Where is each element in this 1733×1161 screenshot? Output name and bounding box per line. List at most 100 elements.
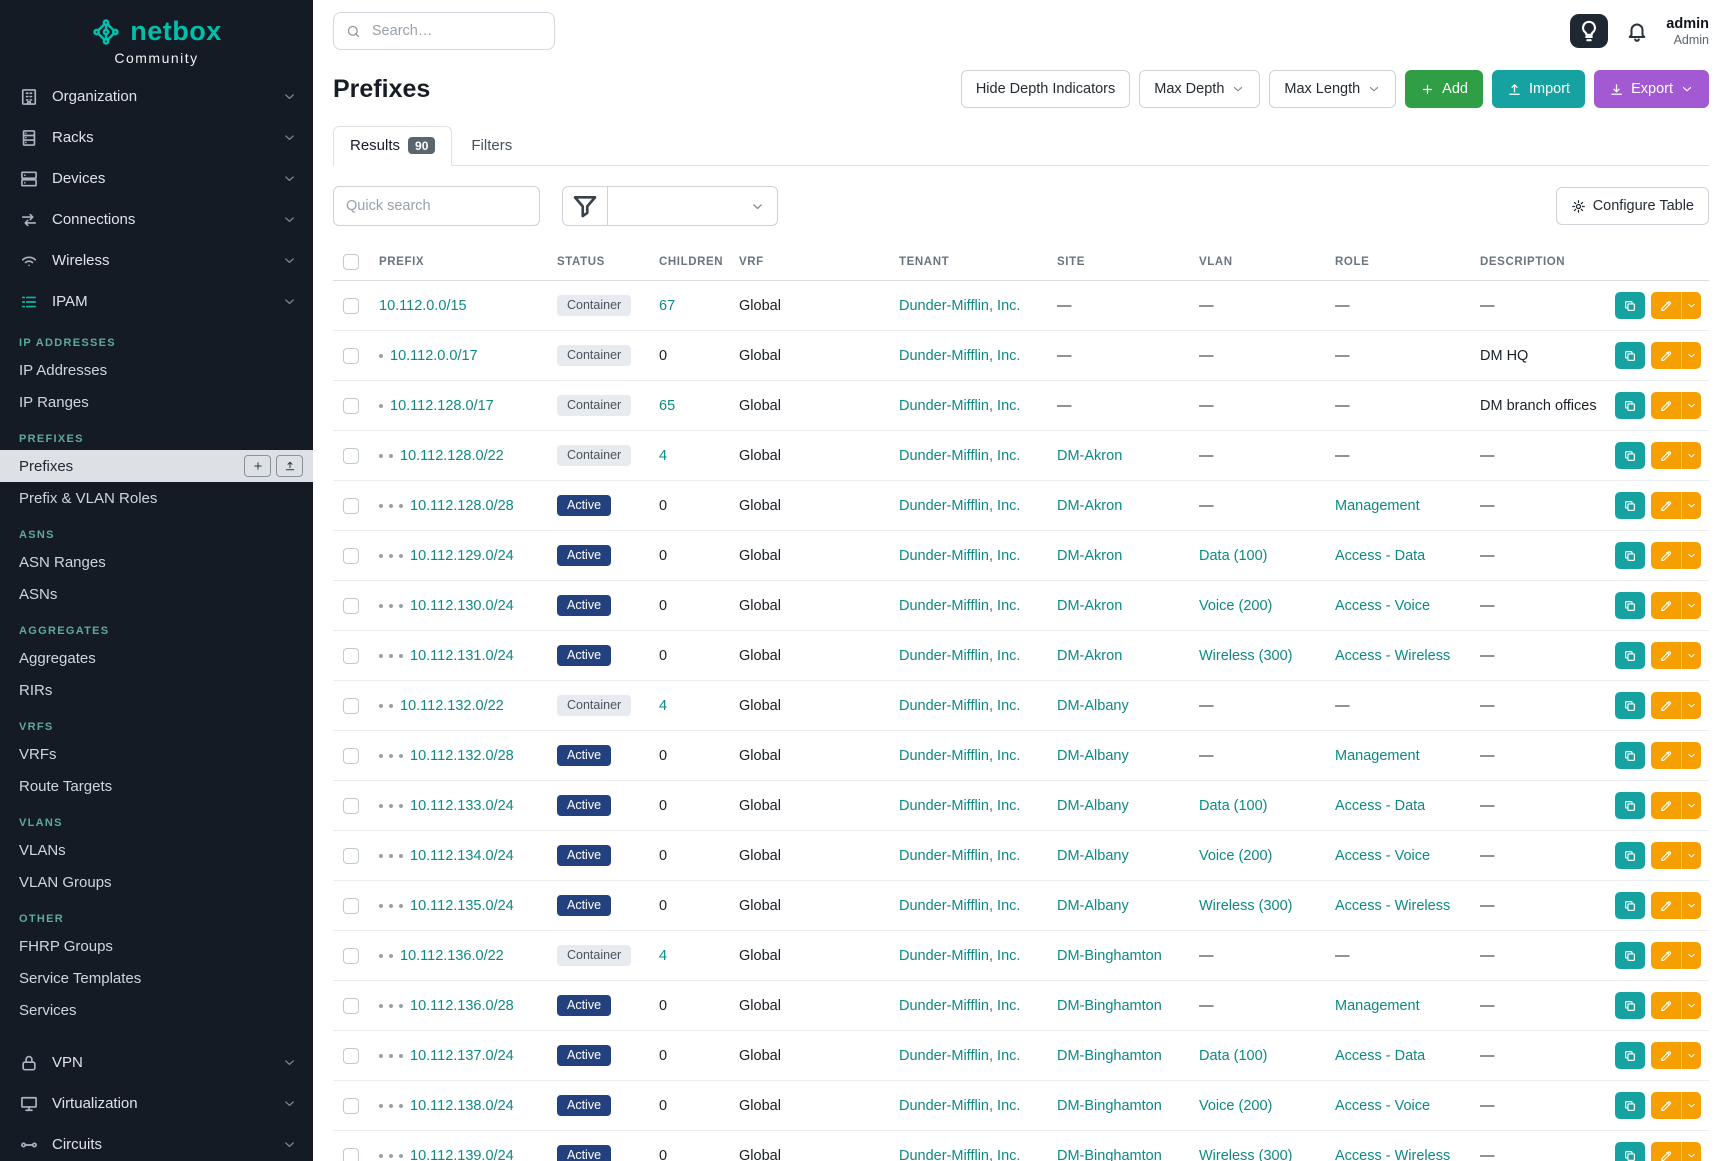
site-link[interactable]: DM-Akron [1057, 498, 1122, 514]
column-header-role[interactable]: ROLE [1325, 246, 1470, 281]
tenant-link[interactable]: Dunder-Mifflin, Inc. [899, 1048, 1020, 1064]
tenant-link[interactable]: Dunder-Mifflin, Inc. [899, 948, 1020, 964]
clone-button[interactable] [1615, 492, 1645, 519]
column-header-site[interactable]: SITE [1047, 246, 1189, 281]
role-link[interactable]: Management [1335, 498, 1420, 514]
site-link[interactable]: DM-Akron [1057, 448, 1122, 464]
site-link[interactable]: DM-Akron [1057, 648, 1122, 664]
edit-button[interactable] [1651, 1142, 1681, 1161]
edit-dropdown-button[interactable] [1681, 342, 1701, 369]
clone-button[interactable] [1615, 592, 1645, 619]
clone-button[interactable] [1615, 942, 1645, 969]
edit-button[interactable] [1651, 542, 1681, 569]
tenant-link[interactable]: Dunder-Mifflin, Inc. [899, 998, 1020, 1014]
row-checkbox[interactable] [343, 998, 359, 1014]
vlan-link[interactable]: Wireless (300) [1199, 898, 1292, 914]
tenant-link[interactable]: Dunder-Mifflin, Inc. [899, 1098, 1020, 1114]
edit-dropdown-button[interactable] [1681, 592, 1701, 619]
row-checkbox[interactable] [343, 948, 359, 964]
tenant-link[interactable]: Dunder-Mifflin, Inc. [899, 1148, 1020, 1161]
clone-button[interactable] [1615, 642, 1645, 669]
vlan-link[interactable]: Voice (200) [1199, 848, 1272, 864]
role-link[interactable]: Access - Wireless [1335, 898, 1450, 914]
sidebar-item-racks[interactable]: Racks [0, 117, 313, 158]
column-header-vlan[interactable]: VLAN [1189, 246, 1325, 281]
row-checkbox[interactable] [343, 1098, 359, 1114]
row-checkbox[interactable] [343, 348, 359, 364]
theme-toggle-button[interactable] [1570, 14, 1608, 48]
sidebar-item-aggregates[interactable]: Aggregates [0, 642, 313, 674]
edit-button[interactable] [1651, 642, 1681, 669]
export-dropdown-button[interactable]: Export [1594, 70, 1709, 108]
edit-button[interactable] [1651, 1092, 1681, 1119]
vlan-link[interactable]: Voice (200) [1199, 1098, 1272, 1114]
edit-dropdown-button[interactable] [1681, 1092, 1701, 1119]
sidebar-item-organization[interactable]: Organization [0, 76, 313, 117]
children-link[interactable]: 67 [659, 298, 675, 314]
clone-button[interactable] [1615, 692, 1645, 719]
children-link[interactable]: 4 [659, 948, 667, 964]
prefix-link[interactable]: 10.112.0.0/17 [390, 348, 478, 364]
edit-dropdown-button[interactable] [1681, 742, 1701, 769]
edit-button[interactable] [1651, 592, 1681, 619]
clone-button[interactable] [1615, 892, 1645, 919]
role-link[interactable]: Management [1335, 748, 1420, 764]
row-checkbox[interactable] [343, 848, 359, 864]
sidebar-item-wireless[interactable]: Wireless [0, 240, 313, 281]
sidebar-item-ip-addresses[interactable]: IP Addresses [0, 354, 313, 386]
edit-dropdown-button[interactable] [1681, 942, 1701, 969]
role-link[interactable]: Access - Data [1335, 798, 1425, 814]
vlan-link[interactable]: Wireless (300) [1199, 648, 1292, 664]
edit-dropdown-button[interactable] [1681, 492, 1701, 519]
edit-dropdown-button[interactable] [1681, 642, 1701, 669]
row-checkbox[interactable] [343, 398, 359, 414]
sidebar-item-route-targets[interactable]: Route Targets [0, 770, 313, 802]
prefix-link[interactable]: 10.112.131.0/24 [410, 648, 514, 664]
edit-dropdown-button[interactable] [1681, 542, 1701, 569]
tenant-link[interactable]: Dunder-Mifflin, Inc. [899, 648, 1020, 664]
prefix-link[interactable]: 10.112.128.0/17 [390, 398, 494, 414]
edit-button[interactable] [1651, 442, 1681, 469]
edit-dropdown-button[interactable] [1681, 1142, 1701, 1161]
row-checkbox[interactable] [343, 598, 359, 614]
clone-button[interactable] [1615, 442, 1645, 469]
edit-button[interactable] [1651, 942, 1681, 969]
prefix-link[interactable]: 10.112.134.0/24 [410, 848, 514, 864]
role-link[interactable]: Access - Voice [1335, 1098, 1430, 1114]
clone-button[interactable] [1615, 292, 1645, 319]
role-link[interactable]: Access - Data [1335, 1048, 1425, 1064]
select-all-checkbox[interactable] [343, 254, 359, 270]
row-checkbox[interactable] [343, 498, 359, 514]
edit-button[interactable] [1651, 792, 1681, 819]
tenant-link[interactable]: Dunder-Mifflin, Inc. [899, 548, 1020, 564]
sidebar-item-devices[interactable]: Devices [0, 158, 313, 199]
tab-filters[interactable]: Filters [454, 126, 529, 166]
prefix-link[interactable]: 10.112.133.0/24 [410, 798, 514, 814]
site-link[interactable]: DM-Binghamton [1057, 1048, 1162, 1064]
sidebar-item-fhrp-groups[interactable]: FHRP Groups [0, 930, 313, 962]
tenant-link[interactable]: Dunder-Mifflin, Inc. [899, 498, 1020, 514]
add-button[interactable]: Add [1405, 70, 1483, 108]
vlan-link[interactable]: Data (100) [1199, 798, 1268, 814]
filter-button[interactable] [562, 186, 608, 226]
row-checkbox[interactable] [343, 698, 359, 714]
edit-button[interactable] [1651, 392, 1681, 419]
site-link[interactable]: DM-Akron [1057, 598, 1122, 614]
sidebar-item-vlan-groups[interactable]: VLAN Groups [0, 866, 313, 898]
clone-button[interactable] [1615, 1042, 1645, 1069]
sidebar-item-connections[interactable]: Connections [0, 199, 313, 240]
sidebar-item-virtualization[interactable]: Virtualization [0, 1083, 313, 1124]
role-link[interactable]: Access - Voice [1335, 848, 1430, 864]
sidebar-item-prefix-vlan-roles[interactable]: Prefix & VLAN Roles [0, 482, 313, 514]
sidebar-item-services[interactable]: Services [0, 994, 313, 1026]
edit-dropdown-button[interactable] [1681, 992, 1701, 1019]
children-link[interactable]: 65 [659, 398, 675, 414]
prefix-link[interactable]: 10.112.138.0/24 [410, 1098, 514, 1114]
sidebar-item-asn-ranges[interactable]: ASN Ranges [0, 546, 313, 578]
vlan-link[interactable]: Data (100) [1199, 1048, 1268, 1064]
edit-dropdown-button[interactable] [1681, 842, 1701, 869]
quick-add-button[interactable] [244, 455, 271, 477]
edit-button[interactable] [1651, 892, 1681, 919]
edit-button[interactable] [1651, 1042, 1681, 1069]
site-link[interactable]: DM-Albany [1057, 848, 1129, 864]
